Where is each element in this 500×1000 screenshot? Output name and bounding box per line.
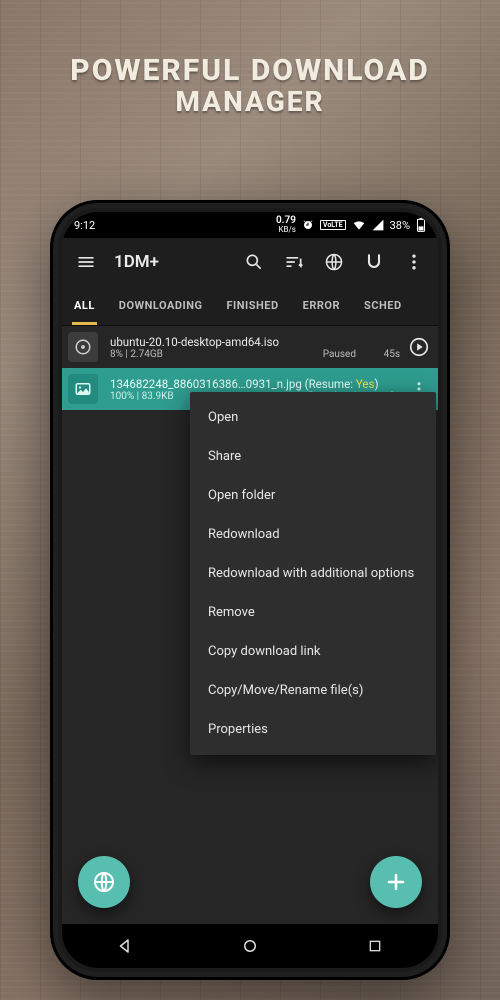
- battery-percent: 38%: [390, 219, 410, 232]
- app-bar: 1DM+: [62, 238, 438, 286]
- triangle-back-icon: [116, 937, 134, 955]
- fab-add[interactable]: [370, 856, 422, 908]
- nav-home[interactable]: [220, 931, 280, 961]
- more-vert-icon: [404, 252, 424, 272]
- menu-item-redownload-options[interactable]: Redownload with additional options: [190, 554, 436, 593]
- plus-icon: [384, 870, 408, 894]
- network-rate: 0.79 KB/s: [276, 216, 296, 234]
- hamburger-icon: [76, 252, 96, 272]
- tab-scheduled[interactable]: SCHED: [352, 286, 406, 325]
- menu-item-properties[interactable]: Properties: [190, 710, 436, 749]
- circle-home-icon: [241, 937, 259, 955]
- context-menu: Open Share Open folder Redownload Redown…: [190, 392, 436, 755]
- search-button[interactable]: [236, 244, 272, 280]
- battery-icon: [416, 218, 426, 232]
- square-recents-icon: [367, 938, 383, 954]
- sort-button[interactable]: [276, 244, 312, 280]
- nav-back[interactable]: [95, 931, 155, 961]
- download-item[interactable]: ubuntu-20.10-desktop-amd64.iso 8% | 2.74…: [62, 326, 438, 368]
- tab-all[interactable]: ALL: [62, 286, 107, 325]
- tab-downloading[interactable]: DOWNLOADING: [107, 286, 215, 325]
- tab-error[interactable]: ERROR: [291, 286, 352, 325]
- download-filename: 134682248_8860316386…0931_n.jpg (Resume:…: [110, 377, 400, 391]
- menu-item-copy-move-rename[interactable]: Copy/Move/Rename file(s): [190, 671, 436, 710]
- headline-line-2: manager: [0, 87, 500, 118]
- headline-line-1: Powerful download: [0, 54, 500, 87]
- menu-item-open-folder[interactable]: Open folder: [190, 476, 436, 515]
- nav-recents[interactable]: [345, 931, 405, 961]
- menu-item-share[interactable]: Share: [190, 437, 436, 476]
- download-filename: ubuntu-20.10-desktop-amd64.iso: [110, 335, 400, 349]
- file-type-icon: [68, 332, 98, 362]
- overflow-button[interactable]: [396, 244, 432, 280]
- file-type-icon: [68, 374, 98, 404]
- promo-headline: Powerful download manager: [0, 0, 500, 118]
- phone-screen: 9:12 0.79 KB/s VoLTE 38%: [62, 212, 438, 968]
- tab-bar: ALL DOWNLOADING FINISHED ERROR SCHED: [62, 286, 438, 326]
- wifi-icon: [352, 219, 366, 231]
- phone-frame: 9:12 0.79 KB/s VoLTE 38%: [50, 200, 450, 980]
- menu-item-copy-link[interactable]: Copy download link: [190, 632, 436, 671]
- resume-button[interactable]: [404, 336, 434, 358]
- app-title: 1DM+: [114, 252, 159, 272]
- sort-icon: [284, 252, 304, 272]
- menu-item-redownload[interactable]: Redownload: [190, 515, 436, 554]
- magnet-icon: [364, 252, 384, 272]
- menu-item-open[interactable]: Open: [190, 398, 436, 437]
- menu-button[interactable]: [68, 244, 104, 280]
- signal-icon: [372, 219, 384, 231]
- android-nav-bar: [62, 924, 438, 968]
- alarm-icon: [302, 219, 314, 231]
- status-time: 9:12: [74, 219, 95, 232]
- download-meta: 8% | 2.74GB Paused 45s: [110, 349, 400, 360]
- play-circle-icon: [408, 336, 430, 358]
- tab-finished[interactable]: FINISHED: [215, 286, 291, 325]
- browser-button[interactable]: [316, 244, 352, 280]
- magnet-button[interactable]: [356, 244, 392, 280]
- menu-item-remove[interactable]: Remove: [190, 593, 436, 632]
- status-bar: 9:12 0.79 KB/s VoLTE 38%: [62, 212, 438, 238]
- fab-browser[interactable]: [78, 856, 130, 908]
- globe-icon: [324, 252, 344, 272]
- search-icon: [244, 252, 264, 272]
- globe-icon: [92, 870, 116, 894]
- volte-badge: VoLTE: [320, 220, 346, 230]
